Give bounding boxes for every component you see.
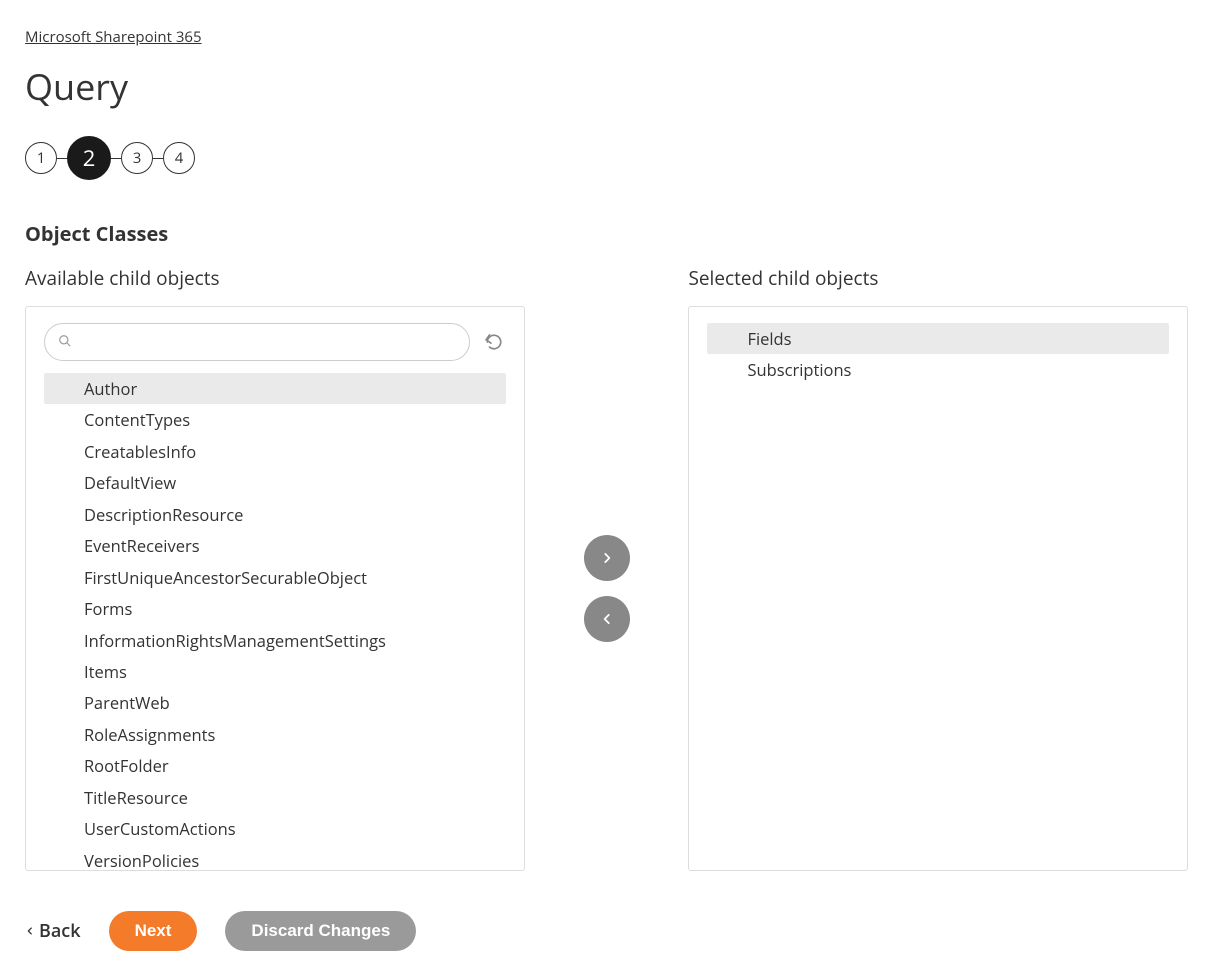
available-header: Available child objects [25,265,525,291]
step-indicator: 1234 [25,136,1188,180]
next-button[interactable]: Next [109,911,198,951]
step-connector [111,158,121,159]
list-item[interactable]: Subscriptions [707,354,1169,385]
list-item[interactable]: RootFolder [44,750,506,781]
section-title-object-classes: Object Classes [25,220,1188,247]
move-left-button[interactable] [584,596,630,642]
step-4[interactable]: 4 [163,142,195,174]
chevron-right-icon [600,551,614,565]
list-item[interactable]: EventReceivers [44,530,506,561]
chevron-left-icon [600,612,614,626]
selected-list: FieldsSubscriptions [707,323,1169,386]
list-item[interactable]: ContentTypes [44,404,506,435]
list-item[interactable]: TitleResource [44,782,506,813]
step-3[interactable]: 3 [121,142,153,174]
list-item[interactable]: InformationRightsManagementSettings [44,625,506,656]
list-item[interactable]: DefaultView [44,467,506,498]
step-1[interactable]: 1 [25,142,57,174]
list-item[interactable]: ParentWeb [44,687,506,718]
discard-button[interactable]: Discard Changes [225,911,416,951]
step-connector [153,158,163,159]
search-input[interactable] [44,323,470,361]
back-button[interactable]: Back [25,919,81,943]
refresh-button[interactable] [482,330,506,354]
list-item[interactable]: Forms [44,593,506,624]
list-item[interactable]: Items [44,656,506,687]
list-item[interactable]: VersionPolicies [44,845,506,876]
breadcrumb-link[interactable]: Microsoft Sharepoint 365 [25,27,202,47]
list-item[interactable]: RoleAssignments [44,719,506,750]
list-item[interactable]: Author [44,373,506,404]
step-connector [57,158,67,159]
selected-header: Selected child objects [688,265,1188,291]
list-item[interactable]: FirstUniqueAncestorSecurableObject [44,562,506,593]
back-label: Back [39,919,81,943]
selected-panel: FieldsSubscriptions [688,306,1188,871]
list-item[interactable]: UserCustomActions [44,813,506,844]
list-item[interactable]: DescriptionResource [44,499,506,530]
available-panel: AuthorContentTypesCreatablesInfoDefaultV… [25,306,525,871]
list-item[interactable]: Fields [707,323,1169,354]
list-item[interactable]: CreatablesInfo [44,436,506,467]
step-2[interactable]: 2 [67,136,111,180]
chevron-left-icon [25,924,35,938]
available-list: AuthorContentTypesCreatablesInfoDefaultV… [44,373,506,876]
page-title: Query [25,62,1188,111]
move-right-button[interactable] [584,535,630,581]
